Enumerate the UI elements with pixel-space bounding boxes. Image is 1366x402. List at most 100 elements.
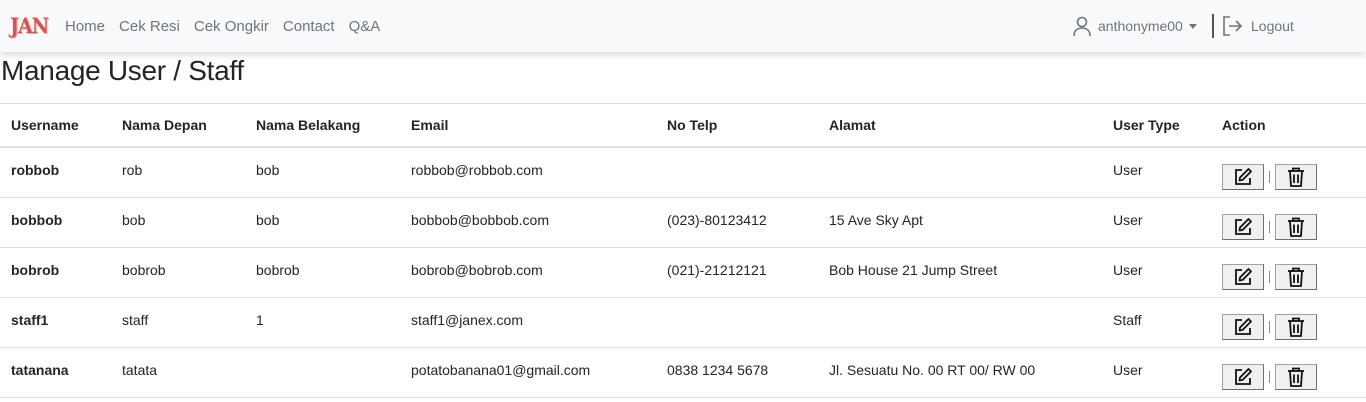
nav-qa-link[interactable]: Q&A [349,18,381,35]
cell-last-name: 1 [245,294,400,345]
edit-button[interactable] [1222,263,1264,290]
header-user-type[interactable]: User Type [1102,103,1211,148]
table-header-row: Username Nama Depan Nama Belakang Email … [0,103,1366,148]
row-actions [1222,313,1366,340]
trash-icon [1288,267,1304,287]
row-actions [1222,263,1366,290]
cell-address: Jl. Sesuatu No. 00 RT 00/ RW 00 [818,344,1102,395]
chevron-down-icon [1188,23,1197,29]
action-divider [1269,220,1270,233]
cell-username: bobrob [0,244,111,295]
brand-logo[interactable]: JAN [10,10,49,42]
row-actions [1222,363,1366,390]
action-divider [1269,270,1270,283]
cell-actions [1211,347,1366,398]
cell-user-type: Staff [1102,294,1211,345]
table-row: robbob rob bob robbob@robbob.com User [0,144,1366,198]
delete-button[interactable] [1275,263,1317,290]
edit-button[interactable] [1222,163,1264,190]
edit-button[interactable] [1222,313,1264,340]
cell-actions [1211,147,1366,198]
trash-icon [1288,217,1304,237]
action-divider [1269,370,1270,383]
cell-first-name: rob [111,144,245,195]
nav-links: Home Cek Resi Cek Ongkir Contact Q&A [65,18,394,35]
cell-actions [1211,247,1366,298]
cell-address: Bob House 21 Jump Street [818,244,1102,295]
navbar: JAN Home Cek Resi Cek Ongkir Contact Q&A… [0,0,1366,52]
cell-actions [1211,297,1366,348]
nav-divider [1212,14,1214,38]
table-row: bobrob bobrob bobrob bobrob@bobrob.com (021)… [0,244,1366,298]
nav-home-link[interactable]: Home [65,18,105,35]
edit-icon [1235,217,1252,235]
action-divider [1269,320,1270,333]
cell-last-name: bobrob [245,244,400,295]
header-nama-depan[interactable]: Nama Depan [111,103,245,148]
cell-email: potatobanana01@gmail.com [400,344,656,395]
header-email[interactable]: Email [400,103,656,148]
trash-icon [1288,167,1304,187]
delete-button[interactable] [1275,213,1317,240]
cell-user-type: User [1102,244,1211,295]
table-row: bobbob bob bob bobbob@bobbob.com (023)-80123… [0,194,1366,248]
cell-username: robbob [0,144,111,195]
header-nama-belakang[interactable]: Nama Belakang [245,103,400,148]
cell-address: 15 Ave Sky Apt [818,194,1102,245]
row-actions [1222,163,1366,190]
cell-phone [656,294,818,345]
cell-user-type: User [1102,144,1211,195]
edit-icon [1235,317,1252,335]
users-table: Username Nama Depan Nama Belakang Email … [0,103,1366,398]
cell-address [818,294,1102,345]
header-no-telp[interactable]: No Telp [656,103,818,148]
header-username[interactable]: Username [0,103,111,148]
logout-icon [1223,16,1243,36]
cell-last-name: bob [245,144,400,195]
cell-email: bobbob@bobbob.com [400,194,656,245]
cell-first-name: bobrob [111,244,245,295]
cell-last-name: bob [245,194,400,245]
action-divider [1269,170,1270,183]
logout-button[interactable]: Logout [1221,13,1294,39]
delete-button[interactable] [1275,363,1317,390]
delete-button[interactable] [1275,313,1317,340]
edit-icon [1235,167,1252,185]
nav-cek-ongkir-link[interactable]: Cek Ongkir [194,18,269,35]
table-row: staff1 staff 1 staff1@janex.com Staff [0,294,1366,348]
header-action: Action [1211,103,1366,148]
cell-user-type: User [1102,194,1211,245]
cell-email: robbob@robbob.com [400,144,656,195]
cell-phone [656,144,818,195]
page-title: Manage User / Staff [1,55,244,86]
cell-email: bobrob@bobrob.com [400,244,656,295]
cell-first-name: tatata [111,344,245,395]
cell-address [818,144,1102,195]
table-row: tatanana tatata potatobanana01@gmail.com 08… [0,344,1366,398]
cell-phone: (023)-80123412 [656,194,818,245]
cell-username: bobbob [0,194,111,245]
nav-cek-resi-link[interactable]: Cek Resi [119,18,180,35]
username-label: anthonyme00 [1098,18,1183,34]
cell-phone: 0838 1234 5678 [656,344,818,395]
edit-icon [1235,367,1252,385]
edit-icon [1235,267,1252,285]
cell-email: staff1@janex.com [400,294,656,345]
trash-icon [1288,367,1304,387]
cell-first-name: staff [111,294,245,345]
row-actions [1222,213,1366,240]
cell-username: tatanana [0,344,111,395]
cell-actions [1211,197,1366,248]
cell-last-name [245,344,400,395]
nav-contact-link[interactable]: Contact [283,18,335,35]
person-icon [1073,16,1091,37]
edit-button[interactable] [1222,363,1264,390]
delete-button[interactable] [1275,163,1317,190]
header-alamat[interactable]: Alamat [818,103,1102,148]
cell-user-type: User [1102,344,1211,395]
logout-label: Logout [1251,18,1294,34]
cell-username: staff1 [0,294,111,345]
user-dropdown[interactable]: anthonyme00 [1072,13,1198,39]
cell-first-name: bob [111,194,245,245]
edit-button[interactable] [1222,213,1264,240]
